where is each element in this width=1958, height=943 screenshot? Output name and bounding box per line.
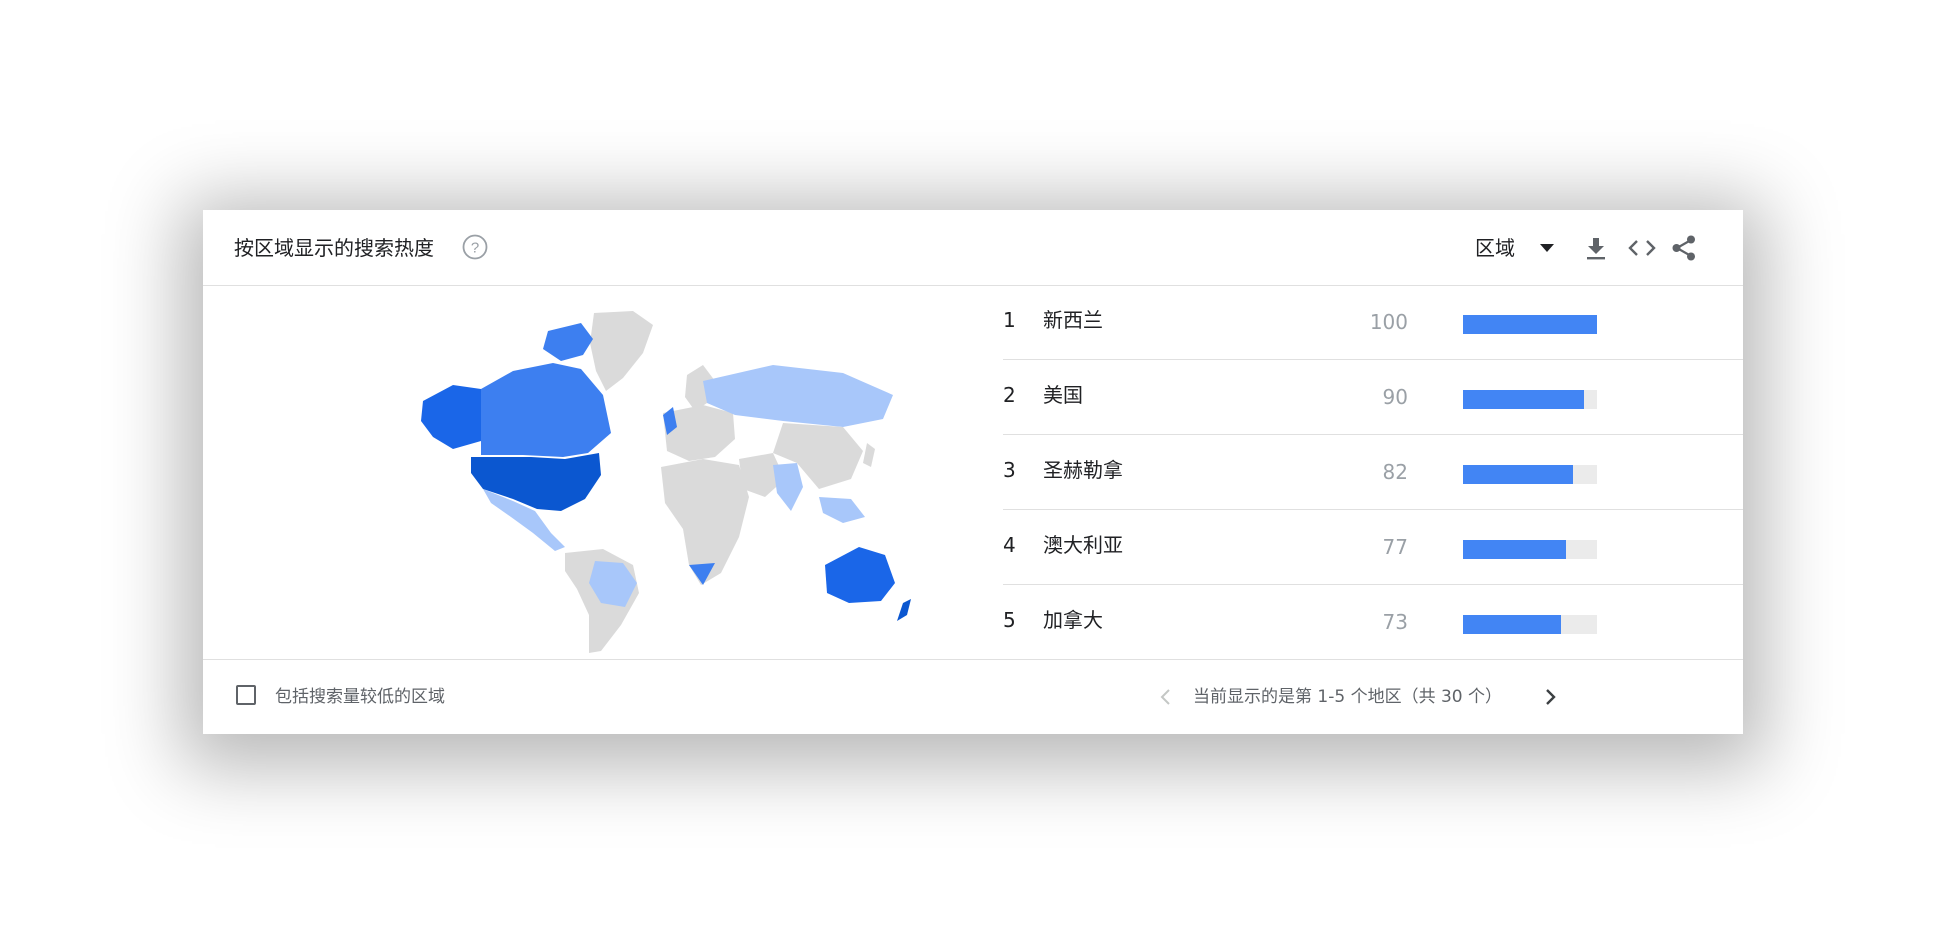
help-circle-icon[interactable]: ? bbox=[461, 233, 489, 261]
low-volume-checkbox-label[interactable]: 包括搜索量较低的区域 bbox=[275, 686, 445, 708]
score-bar-fill bbox=[1463, 540, 1567, 559]
map-greenland bbox=[590, 311, 653, 391]
region-row-5[interactable]: 5 加拿大 73 bbox=[1003, 585, 1743, 660]
svg-text:?: ? bbox=[471, 240, 479, 257]
region-score: 90 bbox=[1382, 385, 1408, 409]
map-canada-islands bbox=[543, 323, 593, 361]
low-volume-checkbox[interactable] bbox=[236, 685, 256, 705]
chevron-right-icon[interactable] bbox=[1541, 687, 1559, 707]
score-bar-track bbox=[1463, 615, 1597, 634]
card-header: 按区域显示的搜索热度 ? 区域 bbox=[203, 210, 1743, 286]
chevron-left-icon[interactable] bbox=[1157, 687, 1175, 707]
world-map[interactable] bbox=[303, 303, 1083, 663]
interest-by-region-card: 按区域显示的搜索热度 ? 区域 1 新西兰 100 2 美国 90 3 圣赫勒拿… bbox=[203, 210, 1743, 734]
score-bar-track bbox=[1463, 465, 1597, 484]
pagination-status: 当前显示的是第 1-5 个地区（共 30 个） bbox=[1193, 687, 1503, 707]
score-bar-fill bbox=[1463, 465, 1573, 484]
region-selector[interactable]: 区域 bbox=[1475, 235, 1515, 261]
card-title: 按区域显示的搜索热度 bbox=[234, 236, 434, 260]
download-icon[interactable] bbox=[1583, 235, 1609, 261]
region-score: 100 bbox=[1369, 310, 1408, 334]
triangle-down-icon[interactable] bbox=[1539, 243, 1555, 253]
card-footer: 包括搜索量较低的区域 当前显示的是第 1-5 个地区（共 30 个） bbox=[203, 659, 1743, 735]
score-bar-fill bbox=[1463, 615, 1561, 634]
region-name: 澳大利亚 bbox=[1043, 533, 1123, 557]
score-bar-track bbox=[1463, 315, 1597, 334]
region-name: 加拿大 bbox=[1043, 608, 1103, 632]
map-usa bbox=[471, 453, 601, 511]
region-rank: 2 bbox=[1003, 383, 1016, 407]
region-score: 73 bbox=[1382, 610, 1408, 634]
share-icon[interactable] bbox=[1669, 233, 1699, 263]
score-bar-fill bbox=[1463, 390, 1584, 409]
region-name: 圣赫勒拿 bbox=[1043, 458, 1123, 482]
region-row-1[interactable]: 1 新西兰 100 bbox=[1003, 285, 1743, 360]
map-japan bbox=[863, 443, 875, 467]
region-name: 新西兰 bbox=[1043, 308, 1103, 332]
map-australia bbox=[825, 547, 895, 603]
score-bar-track bbox=[1463, 390, 1597, 409]
map-new-zealand bbox=[897, 599, 911, 621]
map-southeast-asia bbox=[819, 497, 865, 523]
region-score: 77 bbox=[1382, 535, 1408, 559]
region-row-2[interactable]: 2 美国 90 bbox=[1003, 360, 1743, 435]
region-rank: 4 bbox=[1003, 533, 1016, 557]
score-bar-fill bbox=[1463, 315, 1597, 334]
region-rank: 1 bbox=[1003, 308, 1016, 332]
region-row-3[interactable]: 3 圣赫勒拿 82 bbox=[1003, 435, 1743, 510]
code-brackets-icon[interactable] bbox=[1627, 235, 1657, 261]
region-score: 82 bbox=[1382, 460, 1408, 484]
region-name: 美国 bbox=[1043, 383, 1083, 407]
region-rank: 5 bbox=[1003, 608, 1016, 632]
map-alaska bbox=[421, 385, 481, 449]
map-canada bbox=[481, 363, 611, 457]
region-row-4[interactable]: 4 澳大利亚 77 bbox=[1003, 510, 1743, 585]
region-rank: 3 bbox=[1003, 458, 1016, 482]
score-bar-track bbox=[1463, 540, 1597, 559]
map-india bbox=[773, 463, 803, 511]
